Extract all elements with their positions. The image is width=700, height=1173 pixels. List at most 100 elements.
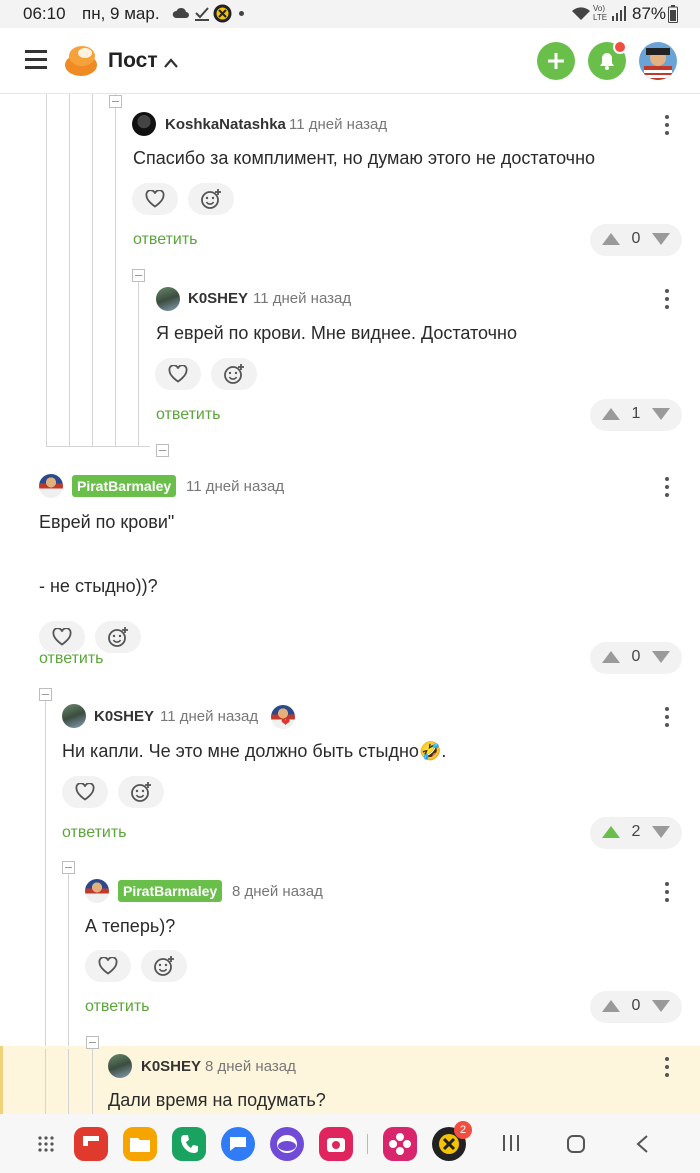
like-button[interactable] <box>62 776 108 808</box>
user-avatar[interactable] <box>639 42 677 80</box>
phone-app-icon[interactable] <box>172 1127 206 1161</box>
files-app-icon[interactable] <box>123 1127 157 1161</box>
camera-app-icon[interactable] <box>319 1127 353 1161</box>
react-button[interactable] <box>95 621 141 653</box>
heart-icon <box>168 365 188 383</box>
more-options-icon[interactable] <box>664 115 670 137</box>
reply-link[interactable]: ответить <box>156 406 221 424</box>
react-button[interactable] <box>211 358 257 390</box>
comments-feed[interactable]: KoshkaNatashka 11 дней назад Спасибо за … <box>0 94 700 1114</box>
avatar[interactable] <box>85 879 109 903</box>
back-icon[interactable] <box>635 1134 649 1159</box>
upvote-icon[interactable] <box>601 999 621 1013</box>
signal-icon <box>612 6 626 26</box>
comment: PiratBarmaley 11 дней назад Еврей по кро… <box>0 468 700 683</box>
more-options-icon[interactable] <box>664 289 670 311</box>
comment-time[interactable]: 11 дней назад <box>289 116 387 133</box>
more-options-icon[interactable] <box>664 1057 670 1079</box>
comment-author[interactable]: K0SHEY <box>94 708 154 725</box>
comment-text: - не стыдно))? <box>39 576 158 596</box>
comment: K0SHEY 11 дней назад ❤ Ни капли. Че это … <box>0 694 700 864</box>
heart-reaction-icon: ❤ <box>281 717 291 729</box>
comment-author[interactable]: K0SHEY <box>141 1058 201 1075</box>
react-button[interactable] <box>141 950 187 982</box>
app-bar: Пост <box>0 28 700 94</box>
collapse-thread-button[interactable] <box>156 444 169 457</box>
comment-author[interactable]: KoshkaNatashka <box>165 116 286 133</box>
flipboard-app-icon[interactable] <box>74 1127 108 1161</box>
comment-time[interactable]: 11 дней назад <box>253 290 351 307</box>
smile-plus-icon <box>201 189 221 209</box>
reply-link[interactable]: ответить <box>39 650 104 668</box>
like-button[interactable] <box>132 183 178 215</box>
like-button[interactable] <box>39 621 85 653</box>
page-title[interactable]: Пост <box>108 49 158 73</box>
notification-dot <box>613 40 627 54</box>
upvote-icon[interactable] <box>601 232 621 246</box>
app-badge-count: 2 <box>454 1121 472 1139</box>
upvote-icon[interactable] <box>601 825 621 839</box>
comment: K0SHEY 11 дней назад Я еврей по крови. М… <box>0 272 700 442</box>
comment-text: Я еврей по крови. Мне виднее. Достаточно <box>156 323 518 343</box>
battery-icon <box>668 5 678 28</box>
comment-text: А теперь)? <box>85 916 176 936</box>
avatar[interactable] <box>62 704 86 728</box>
smile-plus-icon <box>224 364 244 384</box>
avatar[interactable] <box>156 287 180 311</box>
smile-plus-icon <box>131 782 151 802</box>
comment-time[interactable]: 8 дней назад <box>232 883 323 900</box>
like-button[interactable] <box>85 950 131 982</box>
reply-link[interactable]: ответить <box>133 231 198 249</box>
reply-link[interactable]: ответить <box>85 998 150 1016</box>
battery-percent: 87% <box>632 4 667 23</box>
heart-icon <box>98 957 118 975</box>
more-notifications-dot <box>239 11 244 16</box>
smile-plus-icon <box>108 627 128 647</box>
comment-time[interactable]: 11 дней назад <box>186 478 284 495</box>
like-button[interactable] <box>155 358 201 390</box>
browser-app-icon[interactable] <box>270 1127 304 1161</box>
downvote-icon[interactable] <box>651 999 671 1013</box>
avatar[interactable] <box>39 474 63 498</box>
bell-icon <box>600 53 614 70</box>
downvote-icon[interactable] <box>651 407 671 421</box>
rating-value: 0 <box>631 997 641 1014</box>
upvote-icon[interactable] <box>601 407 621 421</box>
vote-widget: 2 <box>590 817 682 849</box>
app-icon-yellow[interactable]: 2 <box>432 1121 472 1161</box>
react-button[interactable] <box>118 776 164 808</box>
downvote-icon[interactable] <box>651 650 671 664</box>
downvote-icon[interactable] <box>651 232 671 246</box>
more-options-icon[interactable] <box>664 882 670 904</box>
reply-link[interactable]: ответить <box>62 824 127 842</box>
comment-time[interactable]: 8 дней назад <box>205 1058 296 1075</box>
avatar[interactable] <box>108 1054 132 1078</box>
wifi-icon <box>571 6 591 26</box>
add-post-button[interactable] <box>537 42 575 80</box>
upvote-icon[interactable] <box>601 650 621 664</box>
messages-app-icon[interactable] <box>221 1127 255 1161</box>
rating-value: 0 <box>631 230 641 247</box>
chevron-up-icon[interactable] <box>164 55 178 73</box>
avatar[interactable] <box>132 112 156 136</box>
more-options-icon[interactable] <box>664 707 670 729</box>
comment-author-badge[interactable]: PiratBarmaley <box>72 475 177 497</box>
comment: PiratBarmaley 8 дней назад А теперь)? от… <box>0 869 700 1039</box>
react-button[interactable] <box>188 183 234 215</box>
recent-apps-icon[interactable] <box>502 1134 520 1157</box>
pikabu-logo-icon[interactable] <box>64 43 98 82</box>
hamburger-icon[interactable] <box>25 49 47 74</box>
apps-grid-icon[interactable] <box>38 1136 54 1157</box>
comment-author[interactable]: K0SHEY <box>188 290 248 307</box>
vote-widget: 0 <box>590 224 682 256</box>
notifications-button[interactable] <box>588 40 627 80</box>
comment-time[interactable]: 11 дней назад <box>160 708 258 725</box>
gallery-app-icon[interactable] <box>383 1127 417 1161</box>
home-icon[interactable] <box>566 1134 586 1159</box>
comment-author-badge[interactable]: PiratBarmaley <box>118 880 223 902</box>
status-time: 06:10 <box>23 4 66 23</box>
dock-divider <box>367 1134 368 1154</box>
vote-widget: 0 <box>590 991 682 1023</box>
more-options-icon[interactable] <box>664 477 670 499</box>
downvote-icon[interactable] <box>651 825 671 839</box>
